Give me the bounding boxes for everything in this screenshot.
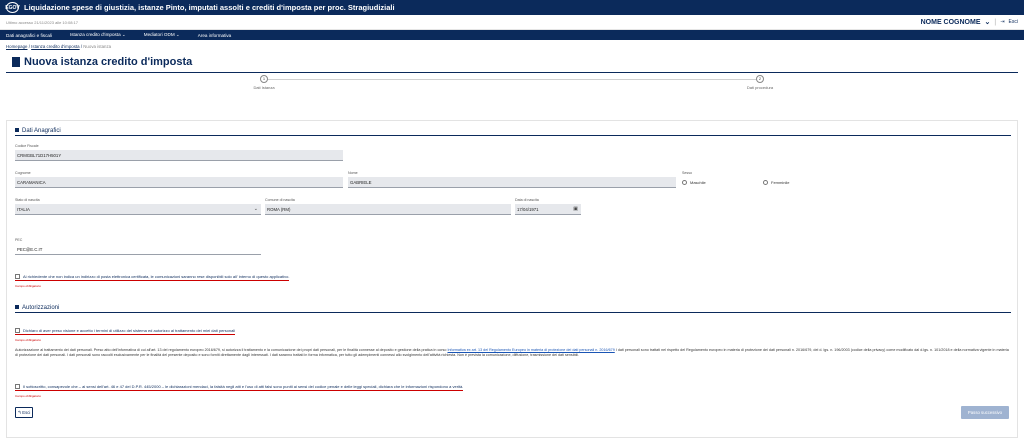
pec-label: PEC xyxy=(15,238,23,242)
error-text: Campo obbligatorio xyxy=(15,394,42,398)
logo-icon: EGOV xyxy=(5,2,20,13)
radio-femminile[interactable]: Femminile xyxy=(763,180,789,185)
step-label: Dati procedura xyxy=(746,85,774,90)
next-button[interactable]: Passo successivo xyxy=(961,406,1009,419)
cf-label: Codice Fiscale xyxy=(15,144,39,148)
data-value: 17/04/1971 xyxy=(517,206,539,212)
page-title: Nuova istanza credito d'imposta xyxy=(24,56,193,68)
back-button[interactable]: ↰ Esci xyxy=(15,407,33,418)
cf-field[interactable]: CRMGBL71D17H501Y xyxy=(15,150,343,161)
stato-select[interactable]: ITALIA ⌄ xyxy=(15,204,261,215)
stepper: 1 Dati Istanza 2 Dati procedura xyxy=(6,73,1018,103)
dichiarazione-checkbox-row[interactable]: Il sottoscritto, consapevole che – ai se… xyxy=(15,384,464,391)
radio-maschile[interactable]: Maschile xyxy=(682,180,706,185)
chevron-down-icon[interactable]: ⌄ xyxy=(985,18,991,26)
user-area: NOME COGNOME ⌄ | ⇥ Esci xyxy=(920,18,1018,27)
nome-label: Nome xyxy=(348,171,358,175)
form-card: Dati Anagrafici Codice Fiscale CRMGBL71D… xyxy=(6,120,1018,438)
error-text: Campo obbligatorio xyxy=(15,284,42,288)
data-label: Data di nascita xyxy=(515,198,539,202)
app-header: EGOV Liquidazione spese di giustizia, is… xyxy=(0,0,1024,15)
checkbox-label: Ai richiedente che non indica un indiriz… xyxy=(23,274,290,279)
page-title-row: Nuova istanza credito d'imposta xyxy=(6,53,1018,73)
radio-label: Femminile xyxy=(771,180,790,185)
app-title: Liquidazione spese di giustizia, istanze… xyxy=(24,3,395,12)
section-icon xyxy=(15,305,19,309)
back-arrow-icon: ↰ xyxy=(17,409,22,415)
breadcrumb: Homepage / Istanza credito d'imposta / N… xyxy=(0,40,1024,53)
step-2: 2 Dati procedura xyxy=(730,75,790,90)
nav-item-area-informativa[interactable]: Area informativa xyxy=(198,33,231,38)
last-access: Ultimo accesso 21/11/2023 alle 10:08:17 xyxy=(6,19,78,25)
cognome-field[interactable]: CARAMANICA xyxy=(15,177,343,188)
checkbox-label: Dichiaro di aver preso visione e accetto… xyxy=(23,328,236,333)
back-label: Esci xyxy=(22,410,31,415)
main-nav: Dati anagrafici e fiscali Istanza credit… xyxy=(0,30,1024,40)
step-number: 2 xyxy=(756,75,764,83)
paragraph-text: Autorizzazione al trattamento dei dati p… xyxy=(15,348,448,352)
document-icon xyxy=(12,57,20,67)
section-title: Dati Anagrafici xyxy=(22,128,61,134)
section-dati-anagrafici: Dati Anagrafici xyxy=(15,128,1011,136)
calendar-icon[interactable]: ▣ xyxy=(573,206,578,212)
checkbox[interactable] xyxy=(15,384,20,389)
stato-value: ITALIA xyxy=(17,206,30,212)
nav-item-dati-anagrafici[interactable]: Dati anagrafici e fiscali xyxy=(6,33,52,38)
user-name[interactable]: NOME COGNOME xyxy=(921,19,981,26)
user-bar: Ultimo accesso 21/11/2023 alle 10:08:17 … xyxy=(0,15,1024,30)
step-1: 1 Dati Istanza xyxy=(234,75,294,90)
error-text: Campo obbligatorio xyxy=(15,338,42,342)
privacy-paragraph: Autorizzazione al trattamento dei dati p… xyxy=(15,348,1009,358)
pec-field[interactable]: PEC@E.C.IT xyxy=(15,244,261,255)
stato-label: Stato di nascita xyxy=(15,198,40,202)
step-number: 1 xyxy=(260,75,268,83)
radio-label: Maschile xyxy=(690,180,706,185)
breadcrumb-current: Nuova istanza xyxy=(83,44,112,49)
breadcrumb-istanza[interactable]: Istanza credito d'imposta xyxy=(31,44,79,49)
radio-circle[interactable] xyxy=(682,180,687,185)
nav-item-istanza[interactable]: Istanza credito d'imposta ⌄ xyxy=(70,32,126,38)
section-icon xyxy=(15,128,19,132)
pec-checkbox-row[interactable]: Ai richiedente che non indica un indiriz… xyxy=(15,274,290,281)
section-title: Autorizzazioni xyxy=(22,305,60,311)
cognome-label: Cognome xyxy=(15,171,31,175)
checkbox-label: Il sottoscritto, consapevole che – ai se… xyxy=(23,384,464,389)
sesso-label: Sesso xyxy=(682,171,692,175)
exit-link[interactable]: Esci xyxy=(1009,19,1018,25)
nav-item-mediatori[interactable]: Mediatori ODM ⌄ xyxy=(144,32,180,38)
informativa-link[interactable]: Informativa ex art. 13 del Regolamento E… xyxy=(447,348,614,352)
exit-icon[interactable]: ⇥ xyxy=(1000,19,1004,25)
chevron-down-icon: ⌄ xyxy=(253,206,258,212)
stepper-line xyxy=(264,79,760,80)
checkbox[interactable] xyxy=(15,328,20,333)
radio-circle[interactable] xyxy=(763,180,768,185)
comune-field[interactable]: ROMA (RM) xyxy=(265,204,511,215)
data-field[interactable]: 17/04/1971 ▣ xyxy=(515,204,581,215)
nome-field[interactable]: GABRIELE xyxy=(348,177,676,188)
step-label: Dati Istanza xyxy=(253,85,275,90)
breadcrumb-home[interactable]: Homepage xyxy=(6,44,27,49)
comune-label: Comune di nascita xyxy=(265,198,295,202)
checkbox[interactable] xyxy=(15,274,20,279)
section-autorizzazioni: Autorizzazioni xyxy=(15,305,1011,313)
privacy-checkbox-row[interactable]: Dichiaro di aver preso visione e accetto… xyxy=(15,328,236,335)
